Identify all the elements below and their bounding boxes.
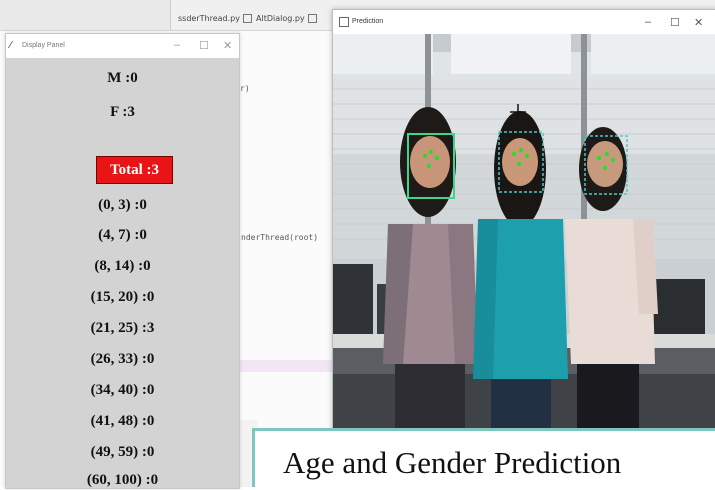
age-group-count: (60, 100) :0 — [86, 472, 159, 488]
age-group-count: (0, 3) :0 — [98, 197, 147, 213]
total-count: Total :3 — [109, 162, 160, 178]
camera-feed — [333, 34, 715, 430]
close-button[interactable]: ✕ — [694, 16, 703, 29]
maximize-button[interactable]: ☐ — [199, 39, 209, 52]
tab-close-icon[interactable] — [307, 14, 317, 23]
display-panel-window[interactable]: ⁄ Display Panel – ☐ ✕ M :0 F :3 Total :3… — [5, 33, 240, 489]
close-button[interactable]: ✕ — [223, 39, 232, 52]
slide-title: Age and Gender Prediction — [283, 445, 622, 480]
total-count-badge: Total :3 — [96, 156, 173, 184]
maximize-button[interactable]: ☐ — [670, 16, 680, 29]
minimize-button[interactable]: – — [645, 16, 651, 28]
female-count: F :3 — [110, 104, 135, 120]
age-group-count: (4, 7) :0 — [98, 227, 147, 243]
tab-close-icon[interactable] — [242, 14, 252, 23]
code-line: nderThread(root) — [241, 233, 319, 242]
ide-toolbar-area — [0, 0, 171, 30]
prediction-window[interactable]: Prediction – ☐ ✕ — [332, 9, 715, 431]
ide-tab-gender-thread[interactable]: ssderThread.py — [178, 14, 252, 23]
age-group-count: (8, 14) :0 — [94, 258, 151, 274]
age-group-count: (34, 40) :0 — [90, 382, 155, 398]
age-group-count: (15, 20) :0 — [90, 289, 155, 305]
slide-title-box: Age and Gender Prediction — [252, 428, 715, 487]
display-panel-body: M :0 F :3 Total :3 (0, 3) :0 (4, 7) :0 (… — [6, 58, 239, 488]
age-group-count: (26, 33) :0 — [90, 351, 155, 367]
code-line: r) — [240, 84, 250, 93]
feather-icon: ⁄ — [10, 40, 12, 51]
display-panel-title: Display Panel — [22, 42, 65, 49]
age-group-count: (41, 48) :0 — [90, 413, 155, 429]
minimize-button[interactable]: – — [174, 39, 180, 51]
prediction-titlebar[interactable]: Prediction – ☐ ✕ — [333, 10, 715, 34]
age-group-count: (49, 59) :0 — [90, 444, 155, 460]
app-icon — [339, 17, 349, 27]
ide-tab-alt-dialog[interactable]: AltDialog.py — [256, 14, 317, 23]
editor-line-highlight — [239, 360, 334, 372]
camera-frame-image — [333, 34, 715, 430]
prediction-title: Prediction — [352, 18, 384, 25]
age-group-count: (21, 25) :3 — [90, 320, 155, 336]
display-panel-titlebar[interactable]: ⁄ Display Panel – ☐ ✕ — [6, 34, 239, 58]
male-count: M :0 — [107, 70, 138, 86]
